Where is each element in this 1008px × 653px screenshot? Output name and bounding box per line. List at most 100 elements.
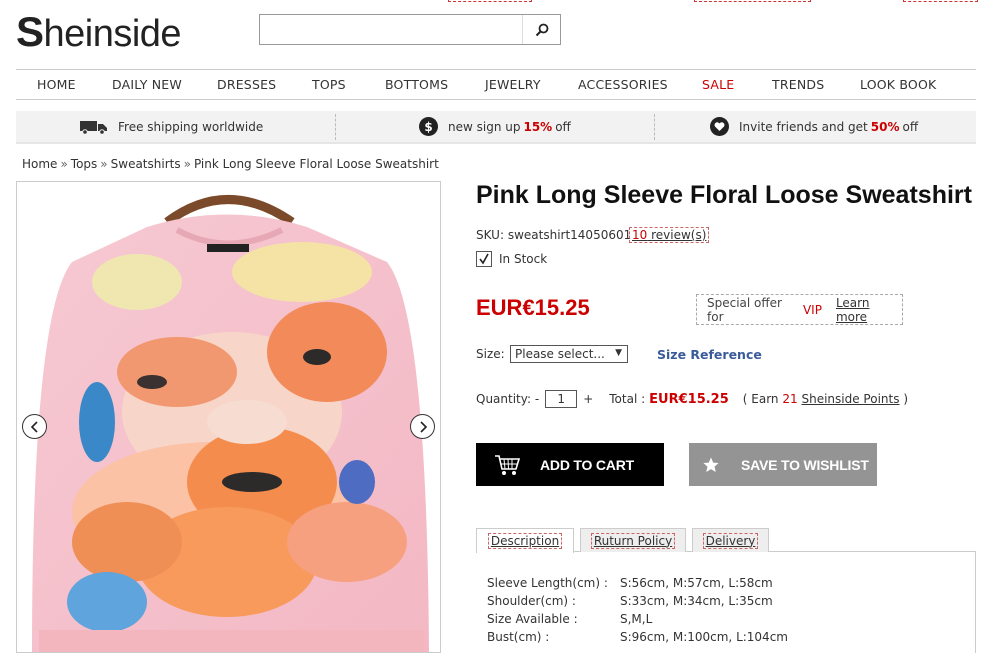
nav-sale[interactable]: SALE: [702, 77, 734, 92]
breadcrumb: Home» Tops» Sweatshirts» Pink Long Sleeve F…: [22, 157, 439, 171]
next-image-button[interactable]: [410, 414, 435, 439]
sku-label: SKU:: [476, 228, 504, 242]
search-icon: [535, 23, 548, 36]
reviews-text: review(s): [651, 228, 707, 242]
chevron-left-icon: [30, 420, 38, 433]
nav-look-book[interactable]: LOOK BOOK: [860, 77, 936, 92]
product-title: Pink Long Sleeve Floral Loose Sweatshirt: [476, 181, 972, 209]
search-input[interactable]: [260, 15, 522, 44]
tab-delivery-label: Delivery: [702, 532, 759, 549]
tab-description-label: Description: [487, 533, 563, 549]
spec-value: S:33cm, M:34cm, L:35cm: [620, 594, 773, 608]
dropdown-arrow-icon: ▼: [615, 348, 622, 358]
sku-value: sweatshirt14050601: [507, 228, 632, 242]
breadcrumb-separator: »: [183, 157, 191, 171]
spec-key: Size Available :: [487, 612, 578, 626]
breadcrumb-tops[interactable]: Tops: [71, 157, 98, 171]
total-label: Total :: [609, 392, 646, 406]
check-icon: [476, 251, 492, 267]
sweatshirt-photo: [32, 195, 429, 652]
quantity-row: Quantity: - 1 + Total : EUR€15.25 ( Earn…: [476, 390, 908, 408]
search-box: [259, 14, 561, 45]
spec-row: Sleeve Length(cm) : S:56cm, M:57cm, L:58…: [487, 574, 788, 592]
svg-text:$: $: [424, 120, 432, 134]
spec-row: Size Available : S,M,L: [487, 610, 788, 628]
quantity-increase-button[interactable]: +: [583, 392, 593, 406]
nav-bottoms[interactable]: BOTTOMS: [385, 77, 448, 92]
nav-jewelry[interactable]: JEWELRY: [485, 77, 541, 92]
stock-status: In Stock: [476, 251, 547, 267]
prev-image-button[interactable]: [22, 414, 47, 439]
tabs-panel-border: [975, 551, 976, 653]
promo-bar: Free shipping worldwide $ new sign up 15…: [16, 111, 976, 144]
learn-more-link[interactable]: Learn more: [836, 296, 902, 324]
spec-value: S:56cm, M:57cm, L:58cm: [620, 576, 773, 590]
main-nav: HOME DAILY NEW DRESSES TOPS BOTTOMS JEWE…: [16, 69, 976, 100]
promo-invite-pct: 50%: [870, 119, 900, 134]
logo-initial: S: [16, 8, 44, 55]
quantity-input[interactable]: 1: [545, 390, 578, 408]
truck-icon: [80, 119, 108, 135]
vip-offer: Special offer for VIP Learn more: [696, 294, 903, 325]
size-selected: Please select...: [515, 347, 605, 361]
earn-open: ( Earn: [742, 392, 779, 406]
spec-key: Bust(cm) :: [487, 630, 550, 644]
promo-invite[interactable]: Invite friends and get 50% off: [710, 111, 918, 142]
promo-invite-pre: Invite friends and get: [739, 119, 868, 134]
breadcrumb-separator: »: [60, 157, 68, 171]
save-to-wishlist-button[interactable]: SAVE TO WISHLIST: [689, 443, 877, 486]
top-link-stub[interactable]: [903, 0, 978, 2]
tab-return-policy[interactable]: Ruturn Policy: [580, 528, 686, 552]
promo-divider: [335, 114, 336, 140]
breadcrumb-home[interactable]: Home: [22, 157, 57, 171]
heart-icon: [710, 117, 729, 136]
size-label: Size:: [476, 347, 505, 361]
quantity-decrease-button[interactable]: -: [535, 392, 539, 406]
tab-description[interactable]: Description: [476, 528, 574, 553]
size-select[interactable]: Please select... ▼: [510, 345, 628, 363]
promo-divider: [654, 114, 655, 140]
add-to-cart-button[interactable]: ADD TO CART: [476, 443, 664, 486]
vip-word: VIP: [802, 302, 822, 317]
nav-trends[interactable]: TRENDS: [772, 77, 824, 92]
promo-invite-post: off: [902, 119, 919, 134]
spec-key: Shoulder(cm) :: [487, 594, 576, 608]
nav-accessories[interactable]: ACCESSORIES: [578, 77, 668, 92]
spec-value: S:96cm, M:100cm, L:104cm: [620, 630, 788, 644]
spec-row: Bust(cm) : S:96cm, M:100cm, L:104cm: [487, 628, 788, 646]
product-specs: Sleeve Length(cm) : S:56cm, M:57cm, L:58…: [487, 574, 788, 646]
quantity-label: Quantity:: [476, 392, 532, 406]
top-link-stub[interactable]: [448, 0, 532, 2]
breadcrumb-current: Pink Long Sleeve Floral Loose Sweatshirt: [193, 157, 439, 171]
breadcrumb-sweatshirts[interactable]: Sweatshirts: [111, 157, 181, 171]
earn-close: ): [903, 392, 908, 406]
reviews-link[interactable]: 10 review(s): [629, 227, 710, 243]
promo-signup-post: off: [555, 119, 571, 134]
top-link-stub[interactable]: [694, 0, 811, 2]
cart-icon: [494, 454, 520, 476]
spec-value: S,M,L: [620, 612, 653, 626]
product-image[interactable]: [16, 181, 441, 653]
size-reference-link[interactable]: Size Reference: [657, 347, 762, 362]
spec-key: Sleeve Length(cm) :: [487, 576, 608, 590]
promo-shipping[interactable]: Free shipping worldwide: [80, 111, 263, 142]
site-logo[interactable]: Sheinside: [16, 8, 182, 56]
nav-tops[interactable]: TOPS: [312, 77, 346, 92]
product-price: EUR€15.25: [476, 295, 590, 320]
chevron-right-icon: [419, 420, 427, 433]
nav-dresses[interactable]: DRESSES: [217, 77, 276, 92]
save-to-wishlist-label: SAVE TO WISHLIST: [741, 456, 869, 473]
tab-delivery[interactable]: Delivery: [692, 528, 769, 552]
promo-signup[interactable]: $ new sign up 15% off: [419, 111, 571, 142]
nav-daily-new[interactable]: DAILY NEW: [112, 77, 182, 92]
tab-return-policy-label: Ruturn Policy: [590, 532, 676, 549]
star-icon: [703, 457, 719, 473]
sku: SKU: sweatshirt14050601: [476, 228, 631, 242]
total-value: EUR€15.25: [649, 391, 729, 407]
nav-home[interactable]: HOME: [37, 77, 76, 92]
vip-text: Special offer for: [707, 295, 782, 324]
breadcrumb-separator: »: [100, 157, 108, 171]
logo-text: heinside: [43, 13, 182, 55]
sheinside-points-link[interactable]: Sheinside Points: [801, 392, 899, 406]
search-button[interactable]: [522, 15, 560, 44]
